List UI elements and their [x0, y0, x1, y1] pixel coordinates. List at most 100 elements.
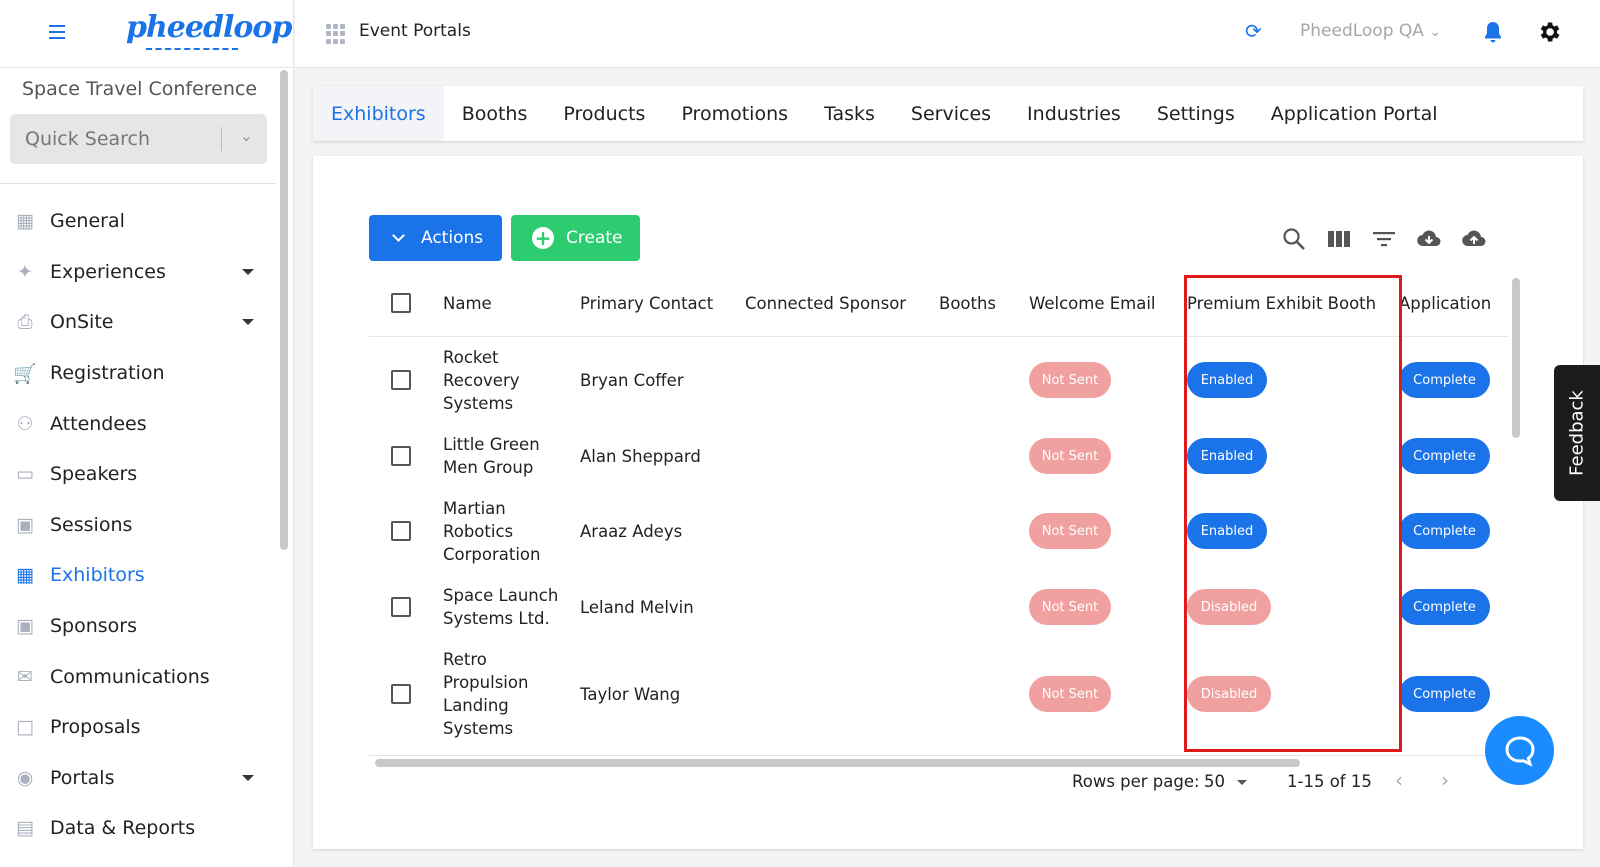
actions-button[interactable]: Actions: [369, 215, 502, 261]
select-all-checkbox[interactable]: [391, 293, 411, 313]
tab-industries[interactable]: Industries: [1009, 86, 1139, 141]
filter-icon[interactable]: [1371, 226, 1397, 252]
bell-icon[interactable]: [1483, 20, 1503, 44]
globe-icon: ◉: [16, 766, 34, 789]
logo-underline: [146, 48, 238, 50]
sidebar-nav: ▦ General ✦ Experiences ⎙ OnSite 🛒 Registration…: [0, 196, 276, 854]
sidebar-item-label: Proposals: [50, 716, 141, 739]
column-header-application[interactable]: Application: [1399, 292, 1491, 315]
column-header-welcome-email[interactable]: Welcome Email: [1029, 292, 1156, 315]
table-vertical-scrollbar[interactable]: [1512, 278, 1520, 438]
primary-contact: Alan Sheppard: [580, 447, 701, 466]
sidebar-item-attendees[interactable]: ⚇ Attendees: [0, 398, 276, 449]
sidebar-item-label: Exhibitors: [50, 564, 145, 587]
caret-down-icon[interactable]: [242, 319, 254, 326]
sidebar-item-data-reports[interactable]: ▤ Data & Reports: [0, 803, 276, 854]
tab-products[interactable]: Products: [545, 86, 663, 141]
tab-application-portal[interactable]: Application Portal: [1253, 86, 1456, 141]
sidebar: pheedloop Space Travel Conference Quick …: [0, 0, 294, 867]
sidebar-item-label: OnSite: [50, 311, 114, 334]
person-icon: ✦: [17, 260, 33, 283]
caret-down-icon[interactable]: [242, 774, 254, 781]
sidebar-scrollbar[interactable]: [280, 70, 288, 550]
sidebar-item-communications[interactable]: ✉ Communications: [0, 651, 276, 702]
chevron-right-icon[interactable]: ›: [1441, 768, 1449, 792]
sidebar-item-speakers[interactable]: ▭ Speakers: [0, 449, 276, 500]
sidebar-item-onsite[interactable]: ⎙ OnSite: [0, 297, 276, 348]
column-header-primary-contact[interactable]: Primary Contact: [580, 292, 713, 315]
application-status-badge[interactable]: Complete: [1399, 589, 1490, 625]
sidebar-item-registration[interactable]: 🛒 Registration: [0, 348, 276, 399]
sidebar-item-sessions[interactable]: ▣ Sessions: [0, 500, 276, 551]
sidebar-item-general[interactable]: ▦ General: [0, 196, 276, 247]
welcome-email-badge[interactable]: Not Sent: [1029, 438, 1111, 474]
document-icon: □: [16, 716, 34, 739]
row-checkbox[interactable]: [391, 521, 411, 541]
exhibitor-name-line: Robotics: [443, 521, 514, 541]
quick-search-input[interactable]: Quick Search ⌄: [10, 114, 267, 164]
exhibitor-name: Little Green Men Group: [443, 433, 568, 479]
sidebar-item-proposals[interactable]: □ Proposals: [0, 702, 276, 753]
tab-booths[interactable]: Booths: [444, 86, 546, 141]
chevron-down-icon[interactable]: ⌄: [240, 126, 253, 145]
row-checkbox[interactable]: [391, 446, 411, 466]
gear-icon[interactable]: [1536, 19, 1562, 45]
sidebar-item-experiences[interactable]: ✦ Experiences: [0, 247, 276, 298]
column-header-connected-sponsor[interactable]: Connected Sponsor: [745, 292, 906, 315]
primary-contact: Leland Melvin: [580, 598, 694, 617]
cloud-upload-icon[interactable]: [1461, 226, 1487, 252]
chat-launcher[interactable]: [1485, 716, 1554, 785]
org-selector[interactable]: PheedLoop QA ⌄: [1300, 21, 1441, 41]
application-status-badge[interactable]: Complete: [1399, 362, 1490, 398]
exhibitor-name: Rocket Recovery Systems: [443, 346, 568, 415]
laptop-icon: ▣: [16, 513, 34, 536]
column-header-name[interactable]: Name: [443, 292, 492, 315]
sidebar-item-sponsors[interactable]: ▣ Sponsors: [0, 601, 276, 652]
event-name: Space Travel Conference: [22, 78, 258, 100]
presenter-icon: ▭: [16, 463, 34, 486]
sidebar-item-label: Experiences: [50, 260, 166, 283]
rows-per-page-select[interactable]: 50: [1204, 772, 1247, 791]
tab-bar: Exhibitors Booths Products Promotions Tasks S…: [313, 86, 1583, 141]
tab-settings[interactable]: Settings: [1139, 86, 1253, 141]
caret-down-icon[interactable]: [242, 268, 254, 275]
tab-promotions[interactable]: Promotions: [663, 86, 806, 141]
refresh-icon[interactable]: ⟳: [1245, 19, 1262, 43]
row-checkbox[interactable]: [391, 597, 411, 617]
feedback-tab[interactable]: Feedback: [1554, 365, 1600, 501]
cloud-download-icon[interactable]: [1416, 226, 1442, 252]
apps-grid-icon[interactable]: [326, 24, 346, 44]
columns-icon[interactable]: [1326, 226, 1352, 252]
tab-exhibitors[interactable]: Exhibitors: [313, 86, 444, 141]
welcome-email-badge[interactable]: Not Sent: [1029, 513, 1111, 549]
column-header-booths[interactable]: Booths: [939, 292, 996, 315]
chevron-down-icon: ⌄: [1429, 24, 1442, 40]
create-label: Create: [566, 228, 623, 248]
tab-services[interactable]: Services: [893, 86, 1009, 141]
application-status-badge[interactable]: Complete: [1399, 676, 1490, 712]
row-checkbox[interactable]: [391, 370, 411, 390]
welcome-email-badge[interactable]: Not Sent: [1029, 362, 1111, 398]
exhibitor-name-line: Space Launch: [443, 586, 559, 605]
rows-per-page-label: Rows per page:: [1072, 772, 1200, 791]
storefront-icon: ▦: [16, 564, 34, 587]
table-horizontal-scrollbar[interactable]: [369, 755, 1509, 767]
exhibitor-name: Martian Robotics Corporation: [443, 497, 568, 566]
exhibitor-name-line: Systems Ltd.: [443, 609, 550, 628]
hamburger-menu-icon[interactable]: [49, 25, 65, 39]
scrollbar-thumb[interactable]: [375, 759, 1300, 767]
quick-search-placeholder: Quick Search: [25, 128, 151, 150]
chevron-left-icon[interactable]: ‹: [1395, 768, 1403, 792]
page-title: Event Portals: [359, 21, 471, 41]
welcome-email-badge[interactable]: Not Sent: [1029, 676, 1111, 712]
pheedloop-logo[interactable]: pheedloop: [126, 10, 292, 45]
tab-tasks[interactable]: Tasks: [806, 86, 893, 141]
sidebar-item-portals[interactable]: ◉ Portals: [0, 753, 276, 804]
welcome-email-badge[interactable]: Not Sent: [1029, 589, 1111, 625]
search-icon[interactable]: [1281, 226, 1307, 252]
create-button[interactable]: + Create: [511, 215, 640, 261]
sidebar-item-exhibitors[interactable]: ▦ Exhibitors: [0, 550, 276, 601]
application-status-badge[interactable]: Complete: [1399, 438, 1490, 474]
application-status-badge[interactable]: Complete: [1399, 513, 1490, 549]
row-checkbox[interactable]: [391, 684, 411, 704]
